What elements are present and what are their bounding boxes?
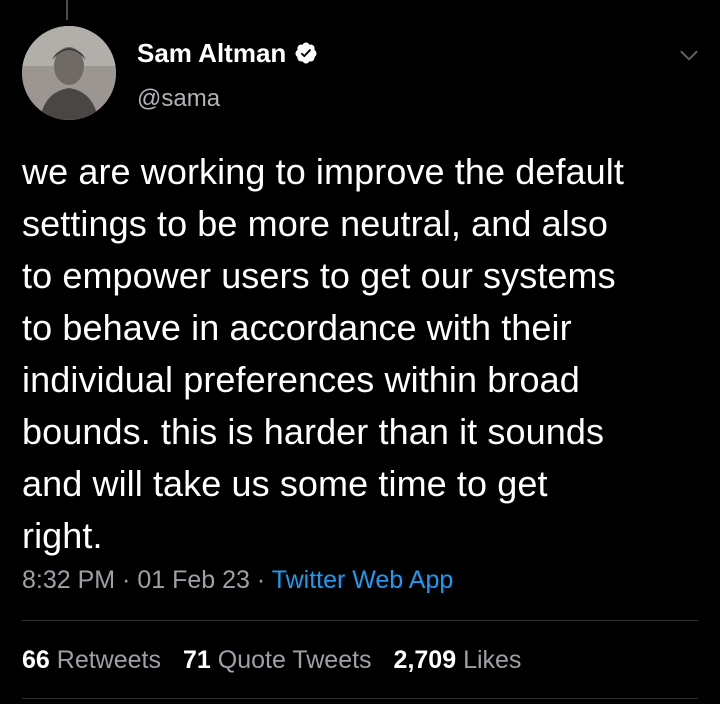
quote-tweets-count: 71 bbox=[182, 646, 211, 674]
likes-label: Likes bbox=[463, 646, 522, 674]
retweets-label: Retweets bbox=[56, 646, 161, 674]
chevron-down-icon[interactable] bbox=[676, 42, 702, 68]
tweet-source-link[interactable]: Twitter Web App bbox=[272, 566, 454, 594]
divider bbox=[22, 698, 698, 699]
verified-badge-icon bbox=[295, 42, 317, 64]
likes-stat[interactable]: 2,709 Likes bbox=[394, 644, 522, 676]
tweet-time[interactable]: 8:32 PM bbox=[22, 566, 115, 594]
tweet-text: we are working to improve the default se… bbox=[22, 151, 625, 556]
thread-connector-line bbox=[66, 0, 68, 20]
quote-tweets-stat[interactable]: 71 Quote Tweets bbox=[183, 644, 372, 676]
tweet-date[interactable]: 01 Feb 23 bbox=[137, 566, 250, 594]
display-name[interactable]: Sam Altman bbox=[137, 38, 286, 68]
author-name-row: Sam Altman bbox=[137, 38, 318, 68]
meta-separator: · bbox=[249, 566, 272, 594]
tweet-meta: 8:32 PM · 01 Feb 23 · Twitter Web App bbox=[22, 564, 453, 596]
avatar[interactable] bbox=[22, 26, 116, 120]
quote-tweets-label: Quote Tweets bbox=[217, 646, 372, 674]
divider bbox=[22, 620, 698, 621]
retweets-stat[interactable]: 66 Retweets bbox=[22, 644, 161, 676]
meta-separator: · bbox=[115, 566, 138, 594]
avatar-photo bbox=[22, 26, 116, 120]
user-handle[interactable]: @sama bbox=[137, 84, 220, 114]
retweets-count: 66 bbox=[22, 646, 50, 674]
tweet-stats: 66 Retweets 71 Quote Tweets 2,709 Likes bbox=[22, 644, 521, 676]
likes-count: 2,709 bbox=[393, 646, 457, 674]
